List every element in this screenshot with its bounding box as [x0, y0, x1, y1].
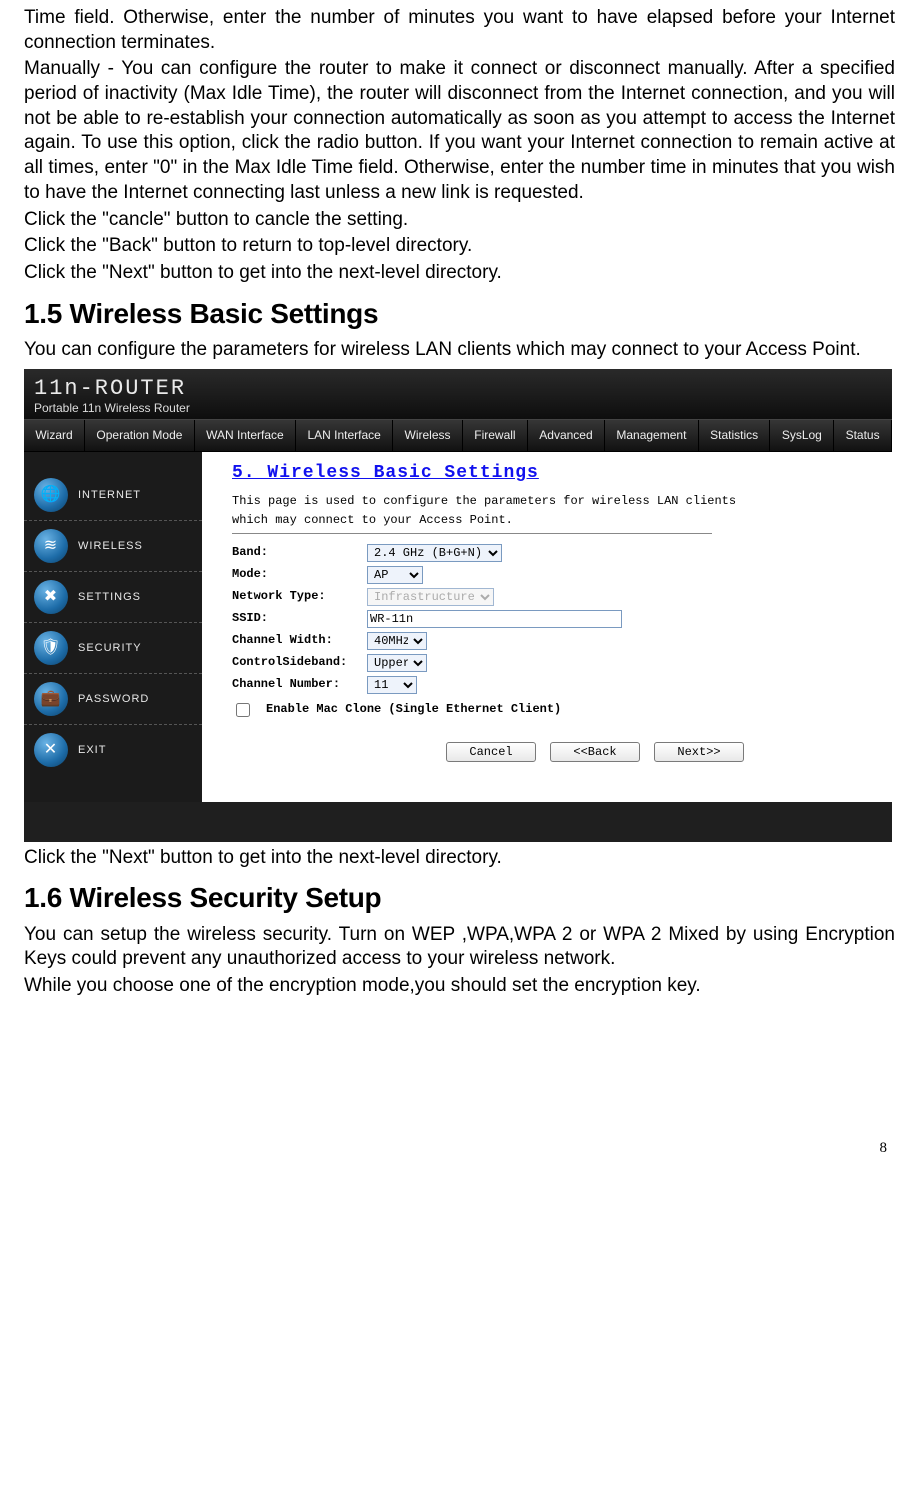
channel-number-select[interactable]: 11	[367, 676, 417, 694]
wifi-icon: ≋	[34, 529, 68, 563]
nav-status[interactable]: Status	[834, 420, 892, 452]
sidebar-item-settings[interactable]: ✖ SETTINGS	[24, 572, 202, 623]
content-desc-2: which may connect to your Access Point.	[232, 513, 868, 529]
nav-lan-interface[interactable]: LAN Interface	[296, 420, 393, 452]
paragraph-cancel-hint: Click the "cancle" button to cancle the …	[24, 208, 895, 233]
control-sideband-label: ControlSideband:	[232, 655, 367, 671]
sidebar-item-label: SECURITY	[78, 641, 142, 655]
sidebar-item-label: INTERNET	[78, 488, 141, 502]
mac-clone-checkbox[interactable]	[236, 703, 250, 717]
band-label: Band:	[232, 545, 367, 561]
router-header: 11n-ROUTER Portable 11n Wireless Router	[24, 369, 892, 419]
router-sidebar: 🌐 INTERNET ≋ WIRELESS ✖ SETTINGS 🛡 SECUR…	[24, 452, 202, 801]
back-button[interactable]: <<Back	[550, 742, 640, 762]
cancel-button[interactable]: Cancel	[446, 742, 536, 762]
sidebar-item-label: SETTINGS	[78, 590, 141, 604]
paragraph-manually: Manually - You can configure the router …	[24, 57, 895, 205]
close-icon: ✕	[34, 733, 68, 767]
paragraph-time-field: Time field. Otherwise, enter the number …	[24, 6, 895, 55]
heading-wireless-security: 1.6 Wireless Security Setup	[24, 880, 895, 916]
wrench-icon: ✖	[34, 580, 68, 614]
nav-statistics[interactable]: Statistics	[699, 420, 771, 452]
shield-icon: 🛡	[34, 631, 68, 665]
paragraph-encryption-key: While you choose one of the encryption m…	[24, 974, 895, 999]
next-button[interactable]: Next>>	[654, 742, 744, 762]
sidebar-item-password[interactable]: 💼 PASSWORD	[24, 674, 202, 725]
router-logo-sub: Portable 11n Wireless Router	[34, 401, 882, 417]
sidebar-item-security[interactable]: 🛡 SECURITY	[24, 623, 202, 674]
paragraph-next-hint-2: Click the "Next" button to get into the …	[24, 846, 895, 871]
nav-management[interactable]: Management	[605, 420, 699, 452]
nav-wan-interface[interactable]: WAN Interface	[195, 420, 296, 452]
router-top-nav: Wizard Operation Mode WAN Interface LAN …	[24, 419, 892, 453]
sidebar-item-label: PASSWORD	[78, 692, 149, 706]
nav-firewall[interactable]: Firewall	[463, 420, 528, 452]
channel-width-label: Channel Width:	[232, 633, 367, 649]
paragraph-security-intro: You can setup the wireless security. Tur…	[24, 923, 895, 972]
router-admin-screenshot: 11n-ROUTER Portable 11n Wireless Router …	[24, 369, 892, 842]
paragraph-wireless-intro: You can configure the parameters for wir…	[24, 338, 895, 363]
sidebar-item-exit[interactable]: ✕ EXIT	[24, 725, 202, 775]
mode-label: Mode:	[232, 567, 367, 583]
band-select[interactable]: 2.4 GHz (B+G+N)	[367, 544, 502, 562]
paragraph-back-hint: Click the "Back" button to return to top…	[24, 234, 895, 259]
nav-operation-mode[interactable]: Operation Mode	[85, 420, 195, 452]
network-type-label: Network Type:	[232, 589, 367, 605]
sidebar-item-label: EXIT	[78, 743, 106, 757]
nav-wizard[interactable]: Wizard	[24, 420, 85, 452]
paragraph-next-hint: Click the "Next" button to get into the …	[24, 261, 895, 286]
sidebar-item-label: WIRELESS	[78, 539, 143, 553]
ssid-input[interactable]	[367, 610, 622, 628]
mode-select[interactable]: AP	[367, 566, 423, 584]
content-title: 5. Wireless Basic Settings	[232, 462, 868, 485]
heading-wireless-basic: 1.5 Wireless Basic Settings	[24, 296, 895, 332]
globe-icon: 🌐	[34, 478, 68, 512]
channel-width-select[interactable]: 40MHz	[367, 632, 427, 650]
sidebar-item-internet[interactable]: 🌐 INTERNET	[24, 470, 202, 521]
control-sideband-select[interactable]: Upper	[367, 654, 427, 672]
mac-clone-label: Enable Mac Clone (Single Ethernet Client…	[266, 702, 561, 718]
sidebar-item-wireless[interactable]: ≋ WIRELESS	[24, 521, 202, 572]
divider	[232, 533, 712, 534]
network-type-select: Infrastructure	[367, 588, 494, 606]
ssid-label: SSID:	[232, 611, 367, 627]
briefcase-icon: 💼	[34, 682, 68, 716]
router-content-panel: 5. Wireless Basic Settings This page is …	[202, 452, 892, 801]
router-logo-text: 11n-ROUTER	[34, 375, 882, 404]
page-number: 8	[24, 1139, 895, 1159]
nav-wireless[interactable]: Wireless	[393, 420, 463, 452]
nav-syslog[interactable]: SysLog	[770, 420, 834, 452]
content-desc-1: This page is used to configure the param…	[232, 494, 868, 510]
channel-number-label: Channel Number:	[232, 677, 367, 693]
nav-advanced[interactable]: Advanced	[528, 420, 605, 452]
